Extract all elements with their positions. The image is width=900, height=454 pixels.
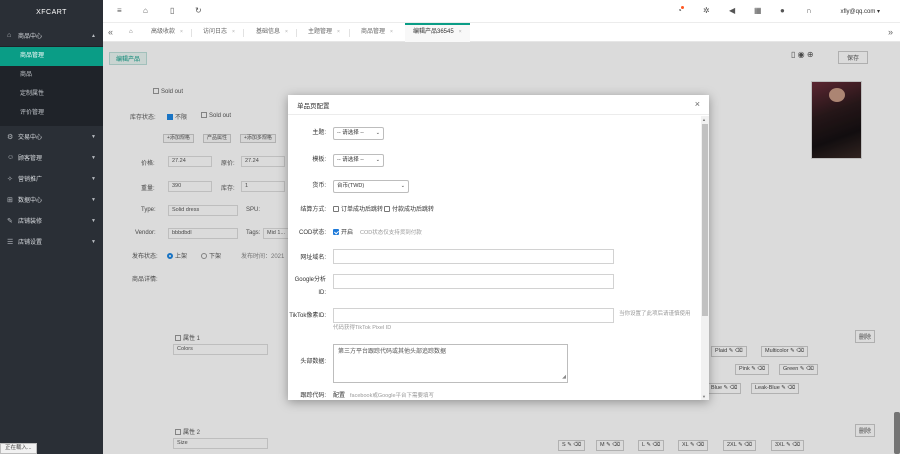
sidebar-group-settings[interactable]: ☰ 店铺设置 ▼ — [0, 231, 103, 252]
refresh-icon[interactable]: ↻ — [195, 7, 202, 15]
sidebar-group-decoration[interactable]: ✎ 店铺装修 ▼ — [0, 210, 103, 231]
menu-icon[interactable]: ≡ — [117, 7, 122, 15]
cod-hint: COD状态仅支持货到付款 — [360, 230, 422, 236]
tiktok-pixel-input[interactable] — [333, 308, 614, 323]
currency-select[interactable]: 台币(TWD) ⌄ — [333, 180, 409, 193]
scrollbar-thumb[interactable] — [702, 124, 708, 316]
sidebar-group-products[interactable]: ⌂ 商品中心 ▲ — [0, 25, 103, 46]
domain-input[interactable] — [333, 249, 614, 264]
top-bar: ≡ ⌂ ▯ ↻ ◔ ✲ ◀ ▦ ● ∩ xfly@qq.com ▾ — [103, 0, 900, 23]
tab-basic-info[interactable]: 基础信息 × — [256, 23, 288, 42]
sidebar-item-products[interactable]: 商品 — [0, 66, 103, 85]
cod-label: COD状态: — [298, 230, 326, 236]
theme-select[interactable]: -- 请选择 -- ⌄ — [333, 127, 384, 140]
sidebar: XFCART ⌂ 商品中心 ▲ 商品管理 商品 定制属性 评价管理 ⚙ 交易中心… — [0, 0, 103, 454]
modal-header: 单品页配置 × — [288, 95, 709, 115]
home-icon[interactable]: ⌂ — [143, 7, 148, 15]
user-menu[interactable]: xfly@qq.com ▾ — [841, 8, 880, 15]
tabs-scroll-left[interactable]: « — [108, 23, 113, 42]
resize-grip-icon[interactable]: ◢ — [562, 373, 566, 382]
header-data-textarea[interactable]: 第三方平台跟踪代码或其他头部追踪数据 ◢ — [333, 344, 568, 383]
brush-icon: ✎ — [7, 217, 13, 225]
sidebar-item-product-management[interactable]: 商品管理 — [0, 47, 103, 66]
home-icon: ⌂ — [7, 32, 12, 39]
chevron-down-icon: ▼ — [91, 196, 96, 203]
tracking-code-hint: facebook或Google平台下需要填写 — [350, 393, 435, 399]
tracking-code-label: 跟踪代码: — [300, 393, 326, 399]
chevron-down-icon: ⌄ — [375, 130, 380, 136]
tiktok-right-hint: 当你设置了此项后请谨慎使用 — [619, 311, 691, 317]
chevron-down-icon: ▼ — [91, 175, 96, 182]
sidebar-group-orders[interactable]: ⚙ 交易中心 ▼ — [0, 126, 103, 147]
cod-enable-checkbox[interactable]: 开启 — [333, 229, 353, 238]
chevron-down-icon: ▼ — [91, 217, 96, 224]
bell-icon[interactable]: ◔ — [677, 6, 684, 15]
currency-label: 货币: — [312, 183, 326, 189]
modal-scrollbar[interactable]: ▲ ▼ — [701, 116, 709, 400]
template-select[interactable]: -- 请选择 -- ⌄ — [333, 154, 384, 167]
checkbox — [384, 206, 390, 212]
megaphone-icon: ✧ — [7, 175, 13, 183]
chevron-down-icon: ⌄ — [400, 183, 405, 189]
close-icon[interactable]: × — [695, 100, 700, 109]
user-icon: ☺ — [7, 154, 15, 161]
theme-icon[interactable]: ● — [780, 7, 785, 15]
checkout-label: 结算方式: — [300, 207, 326, 213]
product-page-config-modal: 单品页配置 × 主题: -- 请选择 -- ⌄ 模板: -- 请选择 -- ⌄ 货币… — [288, 95, 709, 400]
gear-icon: ⚙ — [7, 133, 14, 141]
tiktok-hint: 代码获得TikTok Pixel ID — [333, 325, 392, 331]
settings-icon: ☰ — [7, 238, 14, 246]
modal-title: 单品页配置 — [297, 102, 330, 110]
speaker-icon[interactable]: ◀ — [729, 7, 735, 15]
sidebar-group-data[interactable]: ⊞ 数据中心 ▼ — [0, 189, 103, 210]
template-label: 模板: — [312, 157, 326, 163]
tracking-code-value[interactable]: 配置 — [333, 392, 345, 400]
tab-product-management[interactable]: 商品管理 × — [361, 23, 393, 42]
calendar-icon[interactable]: ▦ — [754, 7, 762, 15]
checkout-option-payment[interactable]: 付款成功后跳转 — [384, 206, 434, 215]
brand-logo[interactable]: XFCART — [0, 0, 103, 25]
scroll-down-icon: ▼ — [702, 394, 706, 399]
tab-access-log[interactable]: 访问日志 × — [203, 23, 235, 42]
tab-bar: « ⌂ 高级收款 × 访问日志 × 基础信息 × 主题管理 × 商品管理 × 编辑产品36… — [103, 23, 900, 42]
domain-label: 网址域名: — [300, 255, 326, 261]
tab-home[interactable]: ⌂ — [129, 23, 133, 42]
chevron-down-icon: ▼ — [91, 154, 96, 161]
checkbox-checked — [333, 229, 339, 235]
sidebar-item-custom-attributes[interactable]: 定制属性 — [0, 85, 103, 104]
scroll-up-icon: ▲ — [702, 117, 706, 122]
tab-edit-product[interactable]: 编辑产品36545 × — [405, 23, 470, 42]
chevron-down-icon: ▼ — [91, 133, 96, 140]
mobile-icon[interactable]: ▯ — [170, 7, 174, 15]
sidebar-group-marketing[interactable]: ✧ 营销推广 ▼ — [0, 168, 103, 189]
checkout-option-order[interactable]: 订单成功后跳转 — [333, 206, 383, 215]
header-data-label: 头部数据: — [300, 359, 326, 365]
headset-icon[interactable]: ∩ — [806, 7, 812, 15]
chevron-down-icon: ▼ — [91, 238, 96, 245]
chevron-down-icon: ⌄ — [375, 157, 380, 163]
google-analytics-label: Google分析ID: — [294, 277, 326, 296]
google-analytics-input[interactable] — [333, 274, 614, 289]
sidebar-group-customers[interactable]: ☺ 顾客管理 ▼ — [0, 147, 103, 168]
loading-status: 正在载入... — [0, 443, 37, 454]
tab-payments[interactable]: 高级收款 × — [151, 23, 183, 42]
chart-icon: ⊞ — [7, 196, 13, 204]
sidebar-item-reviews[interactable]: 评价管理 — [0, 104, 103, 123]
theme-label: 主题: — [312, 130, 326, 136]
header-data-placeholder: 第三方平台跟踪代码或其他头部追踪数据 — [338, 349, 447, 355]
checkbox — [333, 206, 339, 212]
chevron-up-icon: ▲ — [91, 32, 96, 39]
tab-theme-management[interactable]: 主题管理 × — [308, 23, 340, 42]
gear-icon[interactable]: ✲ — [703, 7, 710, 15]
tiktok-pixel-label: TikTok像素ID: — [289, 313, 326, 319]
modal-body: 主题: -- 请选择 -- ⌄ 模板: -- 请选择 -- ⌄ 货币: 台币(TWD… — [288, 116, 701, 400]
tabs-scroll-right[interactable]: » — [888, 23, 893, 42]
